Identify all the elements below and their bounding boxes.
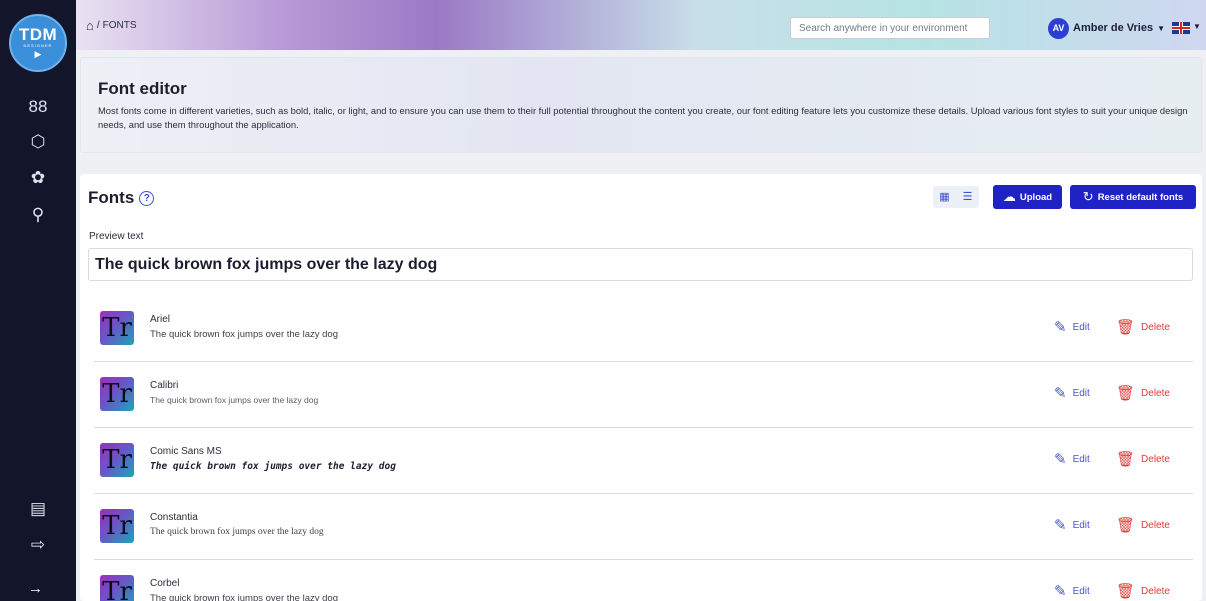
edit-button[interactable]: ✎ Edit [1054, 584, 1090, 599]
upload-button[interactable]: ☁ Upload [993, 185, 1062, 209]
trash-icon: 🗑 [1116, 517, 1136, 534]
language-chevron-down-icon[interactable]: ▼ [1193, 22, 1201, 31]
font-name: Ariel [150, 314, 171, 325]
font-row: Tr Ariel The quick brown fox jumps over … [94, 296, 1193, 362]
font-thumbnail-icon: Tr [100, 443, 134, 477]
delete-label: Delete [1141, 454, 1170, 465]
font-row: Tr Calibri The quick brown fox jumps ove… [94, 362, 1193, 428]
font-thumbnail-icon: Tr [100, 509, 134, 543]
upload-label: Upload [1019, 191, 1053, 203]
palette-icon[interactable]: ✿ [26, 166, 50, 190]
breadcrumb: ⌂ / FONTS [86, 19, 137, 32]
avatar: AV [1048, 17, 1069, 39]
cube-icon[interactable]: ⬡ [26, 130, 50, 154]
chevron-down-icon: ▼ [1157, 23, 1166, 33]
edit-icon: ✎ [1054, 517, 1067, 534]
edit-button[interactable]: ✎ Edit [1054, 320, 1090, 335]
edit-label: Edit [1072, 322, 1090, 333]
trash-icon: 🗑 [1116, 319, 1136, 336]
edit-label: Edit [1072, 520, 1090, 531]
preview-text-label: Preview text [89, 231, 144, 242]
tdm-designer-logo[interactable]: TDM DESIGNER ▶ [9, 14, 67, 72]
delete-label: Delete [1141, 322, 1170, 333]
font-sample: The quick brown fox jumps over the lazy … [150, 461, 396, 472]
grid-view-icon[interactable]: ▦ [933, 186, 956, 208]
font-thumbnail-icon: Tr [100, 377, 134, 411]
edit-label: Edit [1072, 388, 1090, 399]
edit-icon: ✎ [1054, 319, 1067, 336]
font-sample: The quick brown fox jumps over the lazy … [150, 329, 338, 340]
play-icon: ▶ [34, 49, 42, 59]
reset-default-fonts-button[interactable]: ↻ Reset default fonts [1070, 185, 1196, 209]
edit-icon: ✎ [1054, 385, 1067, 402]
edit-icon: ✎ [1054, 583, 1067, 600]
edit-label: Edit [1072, 586, 1090, 597]
uk-flag-icon[interactable] [1172, 22, 1190, 34]
font-thumbnail-icon: Tr [100, 311, 134, 345]
reset-label: Reset default fonts [1097, 191, 1184, 203]
edit-button[interactable]: ✎ Edit [1054, 518, 1090, 533]
font-name: Comic Sans MS [150, 446, 222, 457]
info-panel: Font editor Most fonts come in different… [80, 57, 1202, 153]
fonts-title: Fonts [88, 188, 135, 207]
sidebar: TDM DESIGNER ▶ 88 ⬡ ✿ ⚲ ▤ ⇨ → [0, 0, 76, 601]
edit-button[interactable]: ✎ Edit [1054, 452, 1090, 467]
delete-button[interactable]: 🗑 Delete [1116, 320, 1170, 335]
font-row: Tr Corbel The quick brown fox jumps over… [94, 560, 1193, 601]
delete-label: Delete [1141, 388, 1170, 399]
breadcrumb-current: FONTS [102, 20, 137, 31]
font-thumbnail-icon: Tr [100, 575, 134, 601]
search-input[interactable] [790, 17, 990, 39]
font-sample: The quick brown fox jumps over the lazy … [150, 395, 319, 405]
edit-button[interactable]: ✎ Edit [1054, 386, 1090, 401]
delete-button[interactable]: 🗑 Delete [1116, 386, 1170, 401]
font-sample: The quick brown fox jumps over the lazy … [150, 527, 324, 537]
expand-sidebar-icon[interactable]: → [28, 580, 43, 597]
font-name: Calibri [150, 380, 179, 391]
trash-icon: 🗑 [1116, 451, 1136, 468]
fonts-card: Fonts ? ▦ ☰ ☁ Upload ↻ Reset default fon… [80, 174, 1202, 601]
notification-icon[interactable]: ▤ [26, 497, 50, 521]
preview-text-input[interactable] [88, 248, 1193, 281]
page-title: Font editor [98, 79, 187, 98]
reset-icon: ↻ [1082, 189, 1094, 204]
breadcrumb-separator: / [96, 20, 100, 31]
font-name: Constantia [150, 512, 198, 523]
list-view-icon[interactable]: ☰ [956, 186, 979, 208]
font-sample: The quick brown fox jumps over the lazy … [150, 593, 338, 601]
delete-label: Delete [1141, 520, 1170, 531]
logout-icon[interactable]: ⇨ [26, 533, 50, 557]
delete-label: Delete [1141, 586, 1170, 597]
page-description: Most fonts come in different varieties, … [98, 105, 1188, 130]
cloud-upload-icon: ☁ [1002, 189, 1016, 204]
home-icon[interactable]: ⌂ [86, 19, 94, 32]
fonts-heading: Fonts ? [88, 188, 155, 208]
logo-text: TDM [18, 25, 58, 44]
trash-icon: 🗑 [1116, 385, 1136, 402]
top-bar: ⌂ / FONTS AV Amber de Vries ▼ ▼ [76, 0, 1206, 50]
edit-icon: ✎ [1054, 451, 1067, 468]
delete-button[interactable]: 🗑 Delete [1116, 518, 1170, 533]
grid-icon[interactable]: 88 [26, 95, 50, 119]
view-toggle: ▦ ☰ [933, 186, 979, 208]
route-icon[interactable]: ⚲ [26, 203, 50, 227]
font-row: Tr Comic Sans MS The quick brown fox jum… [94, 428, 1193, 494]
trash-icon: 🗑 [1116, 583, 1136, 600]
user-name: Amber de Vries [1073, 22, 1154, 34]
font-row: Tr Constantia The quick brown fox jumps … [94, 494, 1193, 560]
help-icon[interactable]: ? [139, 190, 155, 206]
delete-button[interactable]: 🗑 Delete [1116, 452, 1170, 467]
font-name: Corbel [150, 578, 180, 589]
delete-button[interactable]: 🗑 Delete [1116, 584, 1170, 599]
user-menu[interactable]: AV Amber de Vries ▼ [1048, 17, 1165, 39]
edit-label: Edit [1072, 454, 1090, 465]
